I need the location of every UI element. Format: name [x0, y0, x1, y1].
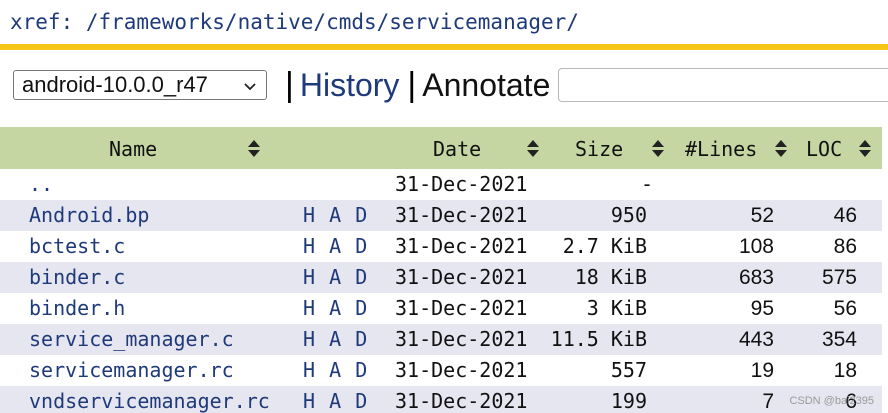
file-loc: 18 [833, 359, 857, 382]
download-action-link[interactable]: D [355, 327, 368, 351]
download-action-link[interactable]: D [355, 358, 368, 382]
download-action-link[interactable]: D [355, 203, 368, 227]
file-lines: 683 [738, 266, 774, 289]
annotate-action-link[interactable]: A [329, 234, 342, 258]
annotate-action-link[interactable]: A [329, 203, 342, 227]
search-input[interactable] [558, 68, 888, 102]
table-row: vndservicemanager.rc H A D 31-Dec-2021 1… [0, 386, 882, 413]
file-date: 31-Dec-2021 [395, 203, 528, 227]
column-loc-header[interactable]: LOC [806, 127, 842, 169]
file-date: 31-Dec-2021 [395, 296, 528, 320]
download-action-link[interactable]: D [355, 389, 368, 413]
sort-arrows-icon[interactable] [858, 139, 872, 158]
file-date: 31-Dec-2021 [395, 327, 528, 351]
table-row: bctest.c H A D 31-Dec-2021 2.7 KiB 108 8… [0, 231, 882, 262]
separator: | [285, 66, 294, 104]
column-date-header[interactable]: Date [433, 127, 481, 169]
history-action-link[interactable]: H [303, 296, 316, 320]
table-header: Name Date Size #Lines LOC [0, 127, 882, 169]
file-size: 2.7 KiB [562, 234, 647, 258]
file-lines: 108 [738, 235, 774, 258]
column-size-header[interactable]: Size [575, 127, 623, 169]
history-action-link[interactable]: H [303, 358, 316, 382]
annotate-action-link[interactable]: A [329, 327, 342, 351]
file-size: 199 [610, 389, 647, 413]
history-action-link[interactable]: H [303, 234, 316, 258]
file-lines: 7 [762, 390, 774, 413]
table-row: binder.h H A D 31-Dec-2021 3 KiB 95 56 [0, 293, 882, 324]
toolbar: android-10.0.0_r47 | History | Annotate [13, 64, 888, 106]
sort-arrows-icon[interactable] [774, 139, 788, 158]
sort-arrows-icon[interactable] [651, 139, 665, 158]
table-row: servicemanager.rc H A D 31-Dec-2021 557 … [0, 355, 882, 386]
file-loc: 46 [833, 204, 857, 227]
table-row: binder.c H A D 31-Dec-2021 18 KiB 683 57… [0, 262, 882, 293]
file-size: 950 [610, 203, 647, 227]
file-name-link[interactable]: .. [29, 169, 53, 200]
history-action-link[interactable]: H [303, 203, 316, 227]
file-loc: 354 [821, 328, 857, 351]
separator: | [407, 66, 417, 104]
file-date: 31-Dec-2021 [395, 172, 528, 196]
file-date: 31-Dec-2021 [395, 358, 528, 382]
file-size: 3 KiB [586, 296, 647, 320]
branch-select-value: android-10.0.0_r47 [22, 72, 208, 97]
file-table: Name Date Size #Lines LOC .. 31-Dec-2021… [0, 127, 882, 413]
file-lines: 52 [750, 204, 774, 227]
file-loc: 86 [833, 235, 857, 258]
file-name-link[interactable]: binder.c [29, 262, 125, 293]
file-lines: 95 [750, 297, 774, 320]
annotate-action-link[interactable]: A [329, 358, 342, 382]
download-action-link[interactable]: D [355, 234, 368, 258]
file-actions: H A D [303, 355, 368, 386]
history-action-link[interactable]: H [303, 327, 316, 351]
file-name-link[interactable]: bctest.c [29, 231, 125, 262]
watermark: CSDN @bai2395 [789, 395, 874, 407]
file-name-link[interactable]: servicemanager.rc [29, 355, 234, 386]
file-actions: H A D [303, 231, 368, 262]
accent-divider [0, 44, 888, 50]
branch-select[interactable]: android-10.0.0_r47 [13, 70, 267, 100]
file-size: 11.5 KiB [550, 327, 647, 351]
file-date: 31-Dec-2021 [395, 389, 528, 413]
column-name-header[interactable]: Name [109, 127, 157, 169]
file-size: - [640, 172, 653, 196]
file-loc: 575 [821, 266, 857, 289]
history-link[interactable]: History [300, 67, 400, 104]
history-action-link[interactable]: H [303, 265, 316, 289]
file-name-link[interactable]: Android.bp [29, 200, 149, 231]
table-row: .. 31-Dec-2021 - [0, 169, 882, 200]
file-name-link[interactable]: vndservicemanager.rc [29, 386, 270, 413]
annotate-action-link[interactable]: A [329, 296, 342, 320]
file-lines: 443 [738, 328, 774, 351]
column-lines-header[interactable]: #Lines [685, 127, 757, 169]
history-action-link[interactable]: H [303, 389, 316, 413]
sort-arrows-icon[interactable] [526, 139, 540, 158]
table-row: Android.bp H A D 31-Dec-2021 950 52 46 [0, 200, 882, 231]
file-actions: H A D [303, 324, 368, 355]
sort-arrows-icon[interactable] [247, 139, 261, 158]
annotate-action-link[interactable]: A [329, 389, 342, 413]
file-date: 31-Dec-2021 [395, 234, 528, 258]
file-size: 18 KiB [574, 265, 647, 289]
table-row: service_manager.c H A D 31-Dec-2021 11.5… [0, 324, 882, 355]
download-action-link[interactable]: D [355, 296, 368, 320]
file-actions: H A D [303, 200, 368, 231]
file-actions: H A D [303, 293, 368, 324]
file-actions: H A D [303, 386, 368, 413]
annotate-action-link[interactable]: A [329, 265, 342, 289]
file-loc: 56 [833, 297, 857, 320]
annotate-link[interactable]: Annotate [422, 67, 550, 104]
file-date: 31-Dec-2021 [395, 265, 528, 289]
file-name-link[interactable]: service_manager.c [29, 324, 234, 355]
file-name-link[interactable]: binder.h [29, 293, 125, 324]
file-actions: H A D [303, 262, 368, 293]
file-size: 557 [610, 358, 647, 382]
file-lines: 19 [750, 359, 774, 382]
chevron-down-icon [244, 83, 256, 91]
xref-path: xref: /frameworks/native/cmds/serviceman… [10, 10, 579, 34]
download-action-link[interactable]: D [355, 265, 368, 289]
